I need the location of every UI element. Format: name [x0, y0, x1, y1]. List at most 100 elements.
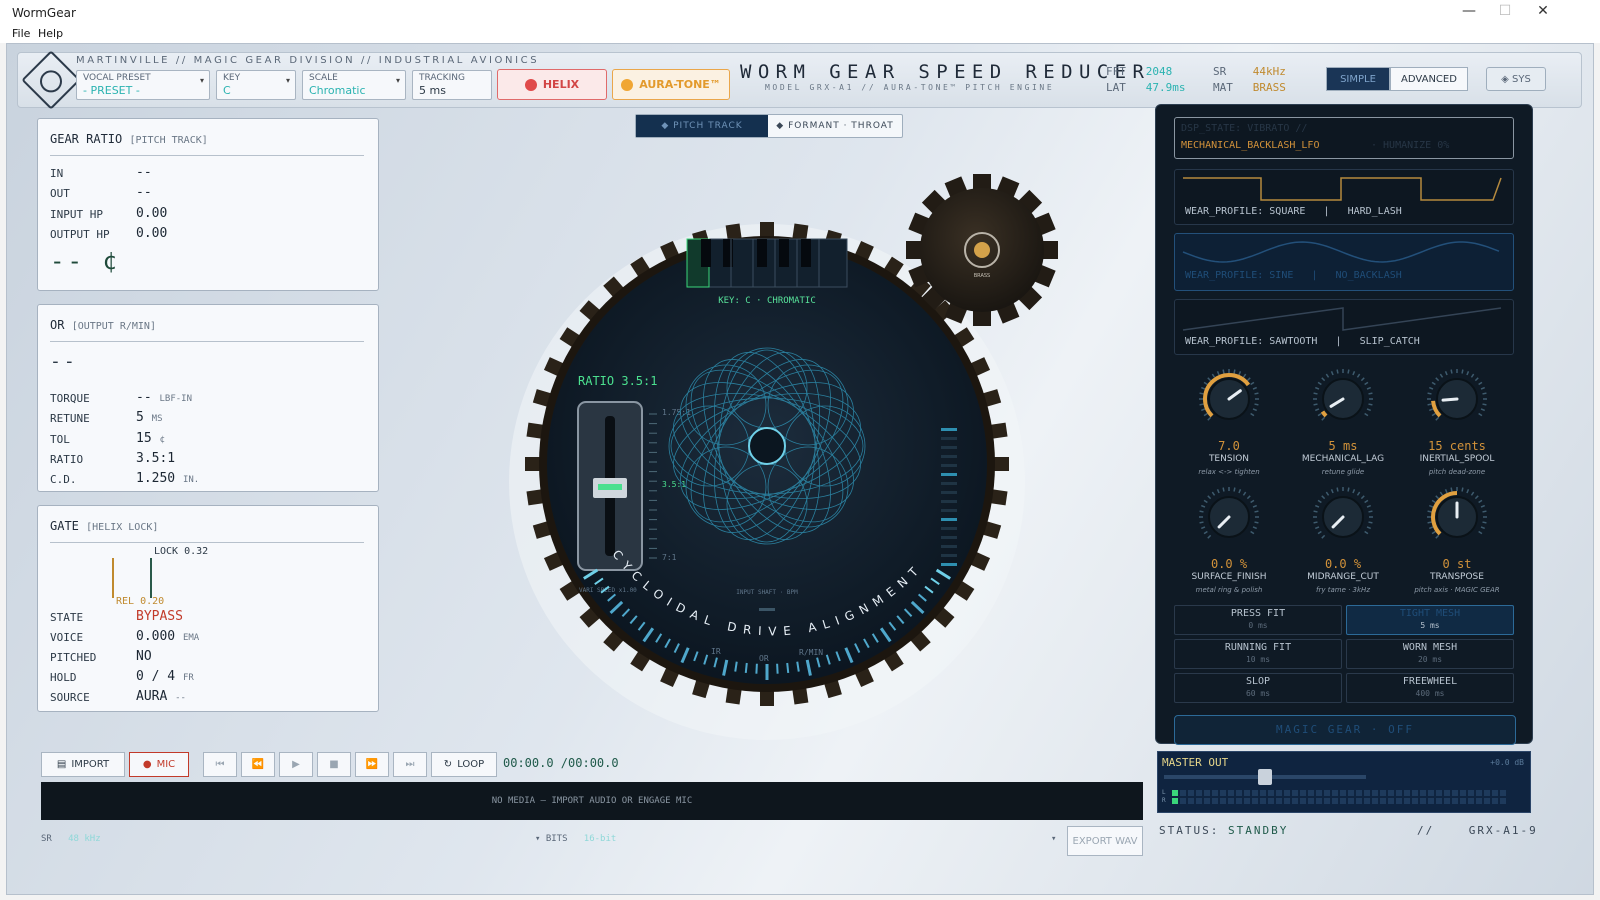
- profile-sine[interactable]: WEAR_PROFILE: SINE | NO_BACKLASH: [1174, 233, 1514, 291]
- meter-segment: [1436, 798, 1442, 804]
- knob-tick: [1314, 386, 1320, 390]
- skip-end-icon: ⏭: [405, 759, 415, 770]
- meter-segment: [1260, 798, 1266, 804]
- close-button[interactable]: ✕: [1528, 3, 1558, 19]
- bits-select[interactable]: ▾ BITS 16-bit: [535, 834, 616, 844]
- maximize-button[interactable]: ☐: [1490, 3, 1520, 19]
- knob-hint: relax <-> tighten: [1198, 468, 1260, 476]
- meter-segment: [1428, 790, 1434, 796]
- sys-button[interactable]: ◈ SYS: [1486, 67, 1546, 91]
- square-wave-icon: [1183, 177, 1502, 201]
- profile-sawtooth[interactable]: WEAR_PROFILE: SAWTOOTH | SLIP_CATCH: [1174, 299, 1514, 355]
- minimize-button[interactable]: —: [1454, 3, 1484, 19]
- profile-square[interactable]: WEAR_PROFILE: SQUARE | HARD_LASH: [1174, 169, 1514, 225]
- knob-tick: [1313, 403, 1318, 406]
- knob-label: MECHANICAL_LAG: [1301, 454, 1385, 464]
- knob-tick: [1325, 373, 1330, 378]
- knob-value: 7.0: [1218, 439, 1240, 453]
- loop-button[interactable]: ↻ LOOP: [431, 752, 497, 777]
- skip-end-button[interactable]: ⏭: [393, 752, 427, 777]
- knob-tick: [1200, 386, 1206, 390]
- control-panel: DSP_STATE: VIBRATO // MECHANICAL_BACKLAS…: [1155, 104, 1533, 745]
- shaft-marker: [759, 608, 775, 611]
- meter-segment: [1196, 790, 1202, 796]
- knob-tick: [1254, 392, 1259, 395]
- knob-tick: [1356, 491, 1361, 496]
- fast-forward-button[interactable]: ⏩: [355, 752, 389, 777]
- knob-dial-icon[interactable]: [1197, 367, 1261, 431]
- fit-worn-mesh-button[interactable]: WORN MESH 20 ms: [1346, 639, 1514, 669]
- spiro-center-icon: [748, 427, 786, 465]
- knob-tick: [1364, 530, 1369, 535]
- fit-tight-mesh-button[interactable]: TIGHT MESH 5 ms: [1346, 605, 1514, 635]
- knob-dial-icon[interactable]: [1425, 367, 1489, 431]
- knob-tick: [1207, 416, 1212, 421]
- meter-segment: [1188, 790, 1194, 796]
- knob-tick: [1200, 408, 1206, 412]
- meter-segment: [1476, 798, 1482, 804]
- knob-tick: [1317, 499, 1322, 504]
- knob-tick: [1368, 521, 1373, 524]
- fit-slop-button[interactable]: SLOP 60 ms: [1174, 673, 1342, 703]
- meter-segment: [1252, 798, 1258, 804]
- key-readout: KEY: C · CHROMATIC: [718, 296, 816, 306]
- meter-bar: [941, 518, 957, 521]
- knob-label: SURFACE_FINISH: [1191, 572, 1267, 582]
- master-out-label: MASTER OUT: [1162, 756, 1229, 769]
- meter-segment: [1500, 798, 1506, 804]
- import-button[interactable]: ▤ IMPORT: [41, 752, 125, 777]
- knob-tick: [1203, 530, 1208, 535]
- brass-gear-axle: [974, 242, 990, 258]
- meter-segment: [1252, 790, 1258, 796]
- magic-gear-toggle[interactable]: MAGIC GEAR · OFF: [1174, 715, 1516, 745]
- loop-icon: ↻: [443, 759, 453, 770]
- knob-tick: [1368, 403, 1373, 406]
- knob-tick: [1428, 408, 1434, 412]
- fit-press-fit-button[interactable]: PRESS FIT 0 ms: [1174, 605, 1342, 635]
- meter-segment: [1356, 798, 1362, 804]
- knob-tick: [1474, 495, 1479, 500]
- knob-dial-icon[interactable]: [1197, 485, 1261, 549]
- knob-pointer: [1441, 397, 1459, 402]
- simple-mode-button[interactable]: SIMPLE: [1326, 67, 1390, 91]
- piano-keyboard[interactable]: [686, 238, 848, 288]
- skip-start-button[interactable]: ⏮: [203, 752, 237, 777]
- meter-segment: [1436, 790, 1442, 796]
- rewind-button[interactable]: ⏪: [241, 752, 275, 777]
- meter-segment: [1348, 790, 1354, 796]
- fit-freewheel-button[interactable]: FREEWHEEL 400 ms: [1346, 673, 1514, 703]
- export-wav-button[interactable]: EXPORT WAV: [1067, 826, 1143, 856]
- knob-dial-icon[interactable]: [1425, 485, 1489, 549]
- knob-value-arc: [1320, 410, 1328, 418]
- knob-tick: [1246, 377, 1251, 382]
- knob-tick: [1250, 530, 1255, 535]
- meter-segment: [1204, 798, 1210, 804]
- advanced-mode-button[interactable]: ADVANCED: [1390, 67, 1468, 91]
- menu-help[interactable]: Help: [38, 27, 63, 40]
- ratio-scale-mid: 3.5:1: [662, 480, 686, 489]
- media-display[interactable]: NO MEDIA — IMPORT AUDIO OR ENGAGE MIC: [41, 782, 1143, 820]
- knob-tick: [1461, 487, 1464, 492]
- arc-tick: [786, 662, 790, 674]
- play-button[interactable]: ▶: [279, 752, 313, 777]
- sample-rate-select[interactable]: SR 48 kHz: [41, 834, 101, 844]
- knob-tick: [1360, 377, 1365, 382]
- chevron-down-icon[interactable]: ▾: [1051, 834, 1056, 844]
- knob-tick: [1461, 369, 1464, 374]
- knob-dial-icon[interactable]: [1311, 367, 1375, 431]
- dsp-state-line1: DSP_STATE: VIBRATO //: [1181, 123, 1308, 134]
- dsp-humanize: · HUMANIZE 0%: [1371, 140, 1450, 151]
- menu-file[interactable]: File: [12, 27, 30, 40]
- knob-tick: [1427, 403, 1432, 406]
- master-slider-thumb[interactable]: [1258, 769, 1272, 785]
- meter-segment: [1380, 790, 1386, 796]
- knob-tick: [1252, 386, 1258, 390]
- knob-dial-icon[interactable]: [1311, 485, 1375, 549]
- stop-button[interactable]: ■: [317, 752, 351, 777]
- dsp-state-line2: MECHANICAL_BACKLASH_LFO: [1181, 140, 1320, 151]
- knob-hint: fry tame · 3kHz: [1316, 586, 1370, 594]
- meter-segment: [1396, 798, 1402, 804]
- meter-segment: [1212, 798, 1218, 804]
- fit-running-fit-button[interactable]: RUNNING FIT 10 ms: [1174, 639, 1342, 669]
- mic-button[interactable]: ● MIC: [129, 752, 189, 777]
